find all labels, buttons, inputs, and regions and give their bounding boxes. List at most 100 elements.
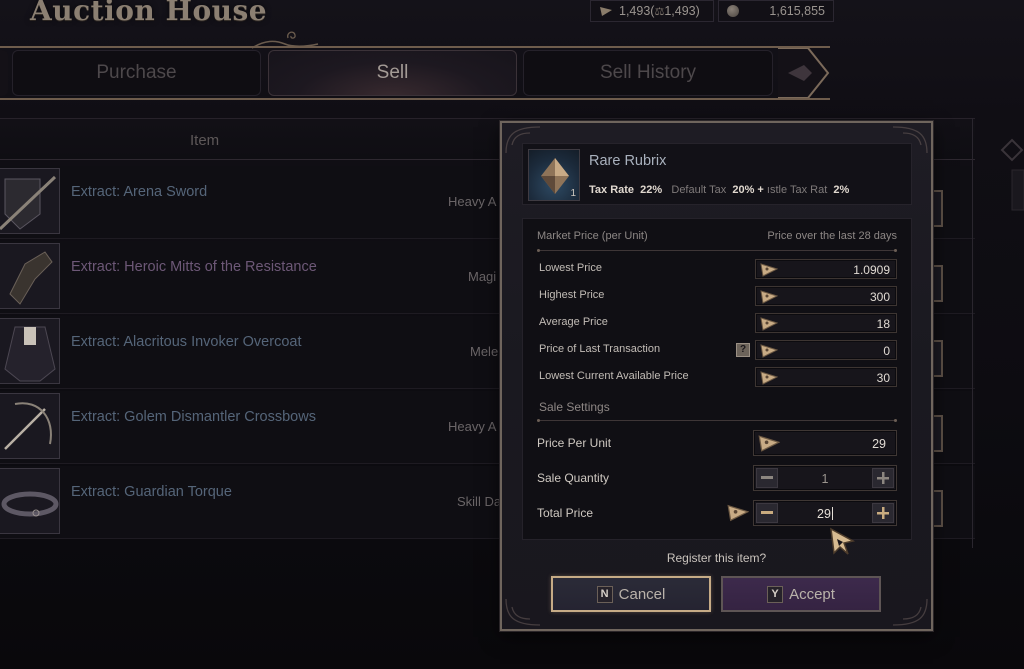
quantity-decrease-button[interactable]	[756, 468, 778, 488]
corner-ornament-icon	[892, 598, 928, 626]
text-caret	[831, 507, 833, 520]
accept-label: Accept	[789, 585, 835, 603]
primary-currency-amount: 1,493	[619, 4, 651, 18]
royal-crystal-icon	[727, 504, 749, 522]
minus-icon	[761, 511, 773, 514]
last-transaction-value: 0	[883, 344, 890, 358]
sword-icon	[0, 168, 60, 234]
list-divider	[972, 118, 973, 548]
royal-crystal-icon	[760, 290, 778, 304]
cancel-label: Cancel	[618, 585, 666, 603]
lowest-available-value: 30	[876, 371, 890, 385]
plus-icon	[877, 472, 889, 484]
quantity-value[interactable]: 1	[780, 472, 870, 486]
item-category: Magi	[468, 269, 497, 284]
accept-button[interactable]: Y Accept	[721, 576, 881, 612]
overcoat-icon	[0, 318, 60, 384]
mouse-cursor-icon	[830, 527, 856, 555]
item-name: Rare Rubrix	[589, 153, 667, 169]
total-increase-button[interactable]	[872, 503, 894, 523]
price-per-unit-label: Price Per Unit	[537, 436, 612, 450]
item-header: 1 Rare Rubrix Tax Rate 22% Default Tax 2…	[522, 143, 912, 205]
royal-crystal-icon	[760, 344, 778, 358]
market-row-last-transaction: Price of Last Transaction ? 0	[539, 340, 897, 360]
last-transaction-label: Price of Last Transaction	[539, 343, 661, 355]
tab-bar-border-bottom	[0, 98, 830, 100]
price-per-unit-input[interactable]: 29	[753, 430, 897, 456]
lowest-available-label: Lowest Current Available Price	[539, 370, 689, 382]
castle-tax-value: 2%	[833, 184, 850, 196]
default-tax-label: Default Tax	[671, 184, 727, 196]
average-price-field: 18	[755, 313, 897, 333]
column-header-item: Item	[190, 132, 220, 149]
sell-registration-dialog: 1 Rare Rubrix Tax Rate 22% Default Tax 2…	[500, 121, 933, 631]
gauntlet-icon	[0, 243, 60, 309]
item-name: Extract: Alacritous Invoker Overcoat	[71, 334, 302, 350]
tab-purchase[interactable]: Purchase	[12, 50, 261, 96]
total-price-input[interactable]: 29	[780, 507, 870, 521]
royal-crystal-icon	[760, 317, 778, 331]
confirm-prompt: Register this item?	[666, 551, 767, 565]
lowest-price-value: 1.0909	[853, 263, 890, 277]
primary-currency-tradable: 1,493	[664, 4, 696, 18]
cancel-button[interactable]: N Cancel	[551, 576, 711, 612]
gold-coin-icon	[727, 5, 739, 17]
item-name: Extract: Arena Sword	[71, 184, 208, 200]
sale-settings-header: Sale Settings	[539, 400, 610, 414]
item-quantity: 1	[570, 188, 576, 199]
lowest-price-label: Lowest Price	[539, 262, 602, 274]
price-panel: Market Price (per Unit) Price over the l…	[522, 218, 912, 540]
window-title: Auction House	[30, 0, 268, 27]
tax-rate-value: 22%	[640, 184, 663, 196]
help-icon[interactable]: ?	[736, 343, 750, 357]
divider	[537, 419, 897, 422]
sale-quantity-label: Sale Quantity	[537, 471, 610, 485]
rubrix-crystal-icon: 1	[528, 149, 580, 201]
market-row-lowest: Lowest Price 1.0909	[539, 259, 897, 279]
gold-amount: 1,615,855	[769, 4, 825, 18]
royal-crystal-icon	[758, 435, 780, 452]
divider	[537, 249, 897, 252]
market-row-lowest-available: Lowest Current Available Price 30	[539, 367, 897, 387]
total-price-row: Total Price 29	[537, 500, 897, 526]
currency-bar: 1,493 ( ⚖ 1,493 ) 1,615,855	[590, 0, 834, 22]
tab-sell-history[interactable]: Sell History	[523, 50, 773, 96]
price-period-label: Price over the last 28 days	[767, 230, 897, 242]
tax-plus: +	[757, 184, 764, 196]
last-transaction-field: 0	[755, 340, 897, 360]
side-nav-icon[interactable]	[1000, 130, 1024, 330]
item-category: Heavy A	[448, 419, 497, 434]
quantity-increase-button[interactable]	[872, 468, 894, 488]
scale-icon: ⚖	[654, 5, 665, 18]
tax-info: Tax Rate 22% Default Tax 20% + ıstle Tax…	[589, 184, 849, 196]
tab-bar: Purchase Sell Sell History	[0, 46, 830, 100]
total-price-label: Total Price	[537, 506, 594, 520]
item-name: Extract: Heroic Mitts of the Resistance	[71, 259, 317, 275]
total-price-value: 29	[817, 507, 831, 521]
quantity-stepper: 1	[753, 465, 897, 491]
price-per-unit-value: 29	[872, 437, 886, 451]
highest-price-label: Highest Price	[539, 289, 605, 301]
market-price-title: Market Price (per Unit)	[537, 230, 648, 242]
market-price-header: Market Price (per Unit) Price over the l…	[537, 230, 897, 242]
lowest-price-field: 1.0909	[755, 259, 897, 279]
item-category: Mele	[470, 344, 499, 359]
default-tax-value: 20%	[732, 184, 755, 196]
highest-price-value: 300	[869, 290, 890, 304]
minus-icon	[761, 476, 773, 479]
market-row-average: Average Price 18	[539, 313, 897, 333]
tab-sell[interactable]: Sell	[268, 50, 517, 96]
total-decrease-button[interactable]	[756, 503, 778, 523]
lowest-available-field: 30	[755, 367, 897, 387]
tab-bar-border-top	[0, 46, 830, 48]
tab-left-stub	[0, 50, 8, 96]
sale-quantity-row: Sale Quantity 1	[537, 465, 897, 491]
item-category: Heavy A	[448, 194, 497, 209]
item-name: Extract: Guardian Torque	[71, 484, 232, 500]
torque-icon	[0, 468, 60, 534]
price-per-unit-row: Price Per Unit 29	[537, 430, 897, 456]
corner-ornament-icon	[505, 598, 541, 626]
tab-next-arrow-icon[interactable]	[778, 48, 830, 98]
average-price-label: Average Price	[539, 316, 608, 328]
crossbow-icon	[0, 393, 60, 459]
